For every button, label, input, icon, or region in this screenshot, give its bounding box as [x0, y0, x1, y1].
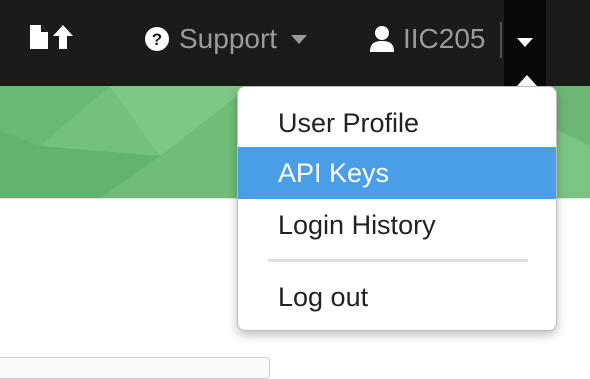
nav-divider	[500, 22, 502, 58]
user-dropdown-toggle[interactable]	[504, 0, 546, 86]
file-icon	[30, 24, 48, 54]
menu-divider	[268, 259, 528, 262]
upload-file-button[interactable]	[30, 24, 73, 54]
menu-item-log-out[interactable]: Log out	[238, 271, 556, 323]
user-icon	[370, 26, 394, 52]
menu-item-login-history[interactable]: Login History	[238, 199, 556, 251]
menu-item-user-profile[interactable]: User Profile	[238, 97, 556, 149]
caret-down-icon	[517, 34, 533, 52]
username-label: IIC205	[403, 23, 486, 54]
user-dropdown-menu: User Profile API Keys Login History Log …	[237, 86, 557, 331]
dropdown-pointer	[517, 75, 537, 86]
support-label: Support	[179, 23, 278, 54]
top-navbar: ? Support IIC205	[0, 0, 590, 86]
svg-text:?: ?	[152, 30, 162, 49]
user-menu[interactable]: IIC205	[370, 22, 486, 56]
content-input[interactable]	[0, 357, 270, 379]
menu-item-api-keys[interactable]: API Keys	[238, 147, 556, 199]
caret-down-icon	[291, 34, 308, 44]
arrow-up-icon	[53, 24, 73, 54]
support-menu-toggle[interactable]: ? Support	[145, 22, 308, 56]
question-circle-icon: ?	[145, 27, 169, 51]
